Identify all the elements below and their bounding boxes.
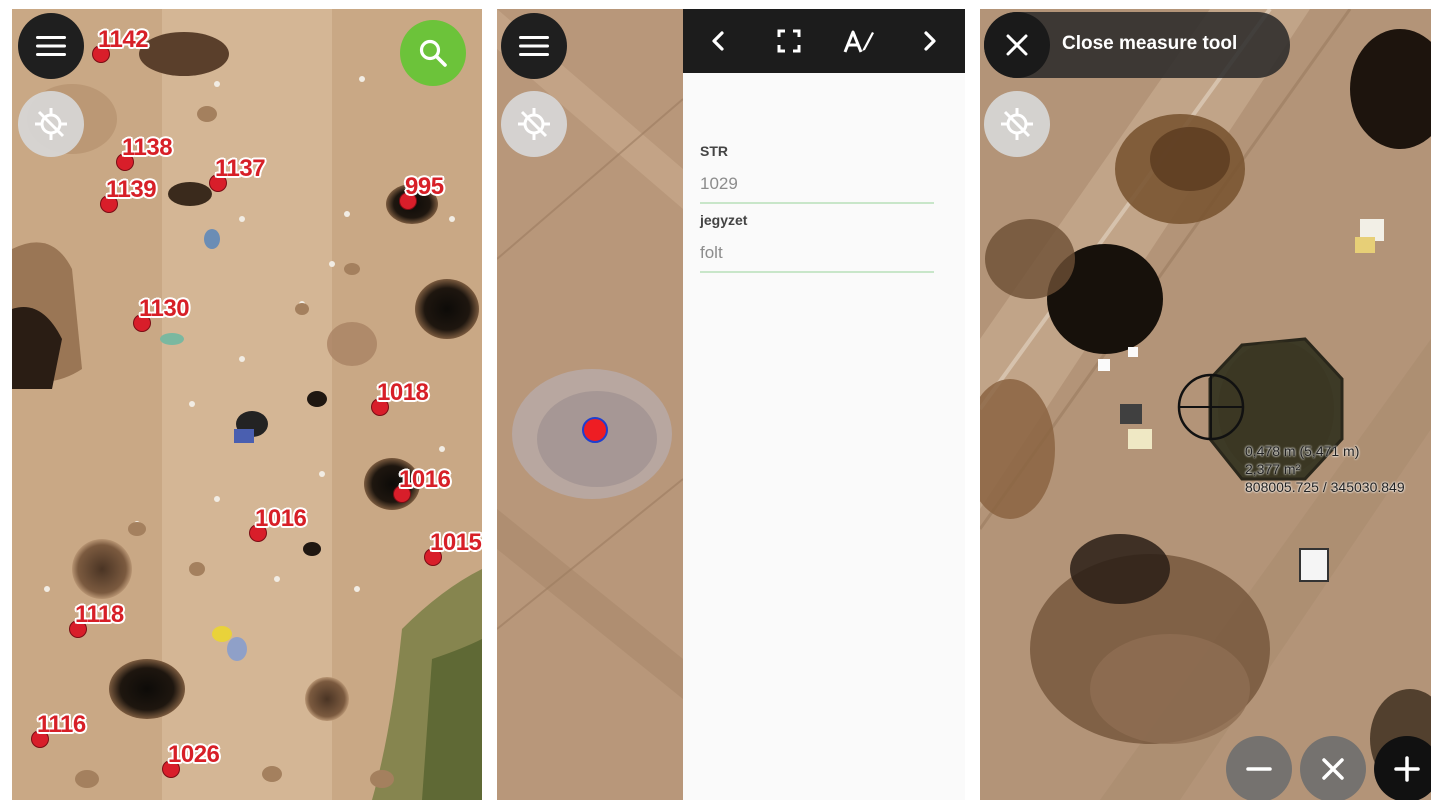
edit-text-icon — [843, 30, 875, 53]
fullscreen-icon — [777, 29, 801, 53]
measure-area: 2,377 m² — [1245, 461, 1301, 477]
minus-icon — [1246, 767, 1272, 771]
clear-measure-button[interactable] — [1300, 736, 1366, 800]
menu-button[interactable] — [501, 13, 567, 79]
map-panel-measure[interactable]: 0,478 m (5,471 m) 2,377 m² 808005.725 / … — [980, 9, 1431, 800]
crosshair-icon — [1177, 373, 1245, 441]
gps-toggle-button[interactable] — [18, 91, 84, 157]
menu-icon — [36, 36, 66, 56]
previous-feature-button[interactable] — [698, 21, 738, 61]
field-value-str[interactable]: 1029 — [700, 174, 934, 204]
measure-distance: 0,478 m (5,471 m) — [1245, 443, 1360, 459]
field-label-str: STR — [700, 143, 728, 159]
close-measure-label: Close measure tool — [1062, 33, 1238, 54]
search-icon — [419, 39, 447, 67]
gps-off-icon — [35, 108, 67, 140]
gps-toggle-button[interactable] — [984, 91, 1050, 157]
remove-point-button[interactable] — [1226, 736, 1292, 800]
form-toolbar — [683, 9, 965, 73]
map-panel-feature-form[interactable]: STR 1029 jegyzet folt — [497, 9, 965, 800]
edit-text-button[interactable] — [839, 21, 879, 61]
menu-icon — [519, 36, 549, 56]
search-button[interactable] — [400, 20, 466, 86]
field-value-jegyzet[interactable]: folt — [700, 243, 934, 273]
gps-toggle-button[interactable] — [501, 91, 567, 157]
chevron-right-icon — [924, 31, 936, 51]
plus-icon — [1394, 756, 1420, 782]
gps-off-icon — [518, 108, 550, 140]
close-measure-button[interactable] — [984, 12, 1050, 78]
field-label-jegyzet: jegyzet — [700, 212, 748, 228]
close-icon — [1006, 34, 1028, 56]
feature-form: STR 1029 jegyzet folt — [683, 9, 965, 800]
chevron-left-icon — [712, 31, 724, 51]
clear-icon — [1322, 758, 1344, 780]
measure-coordinates: 808005.725 / 345030.849 — [1245, 479, 1405, 495]
gps-off-icon — [1001, 108, 1033, 140]
fullscreen-button[interactable] — [769, 21, 809, 61]
menu-button[interactable] — [18, 13, 84, 79]
selected-feature-marker[interactable] — [582, 417, 608, 443]
add-point-button[interactable] — [1374, 736, 1431, 800]
map-panel-features[interactable]: 1142 1138 1139 1137 995 1130 1018 1016 1… — [12, 9, 482, 800]
next-feature-button[interactable] — [910, 21, 950, 61]
